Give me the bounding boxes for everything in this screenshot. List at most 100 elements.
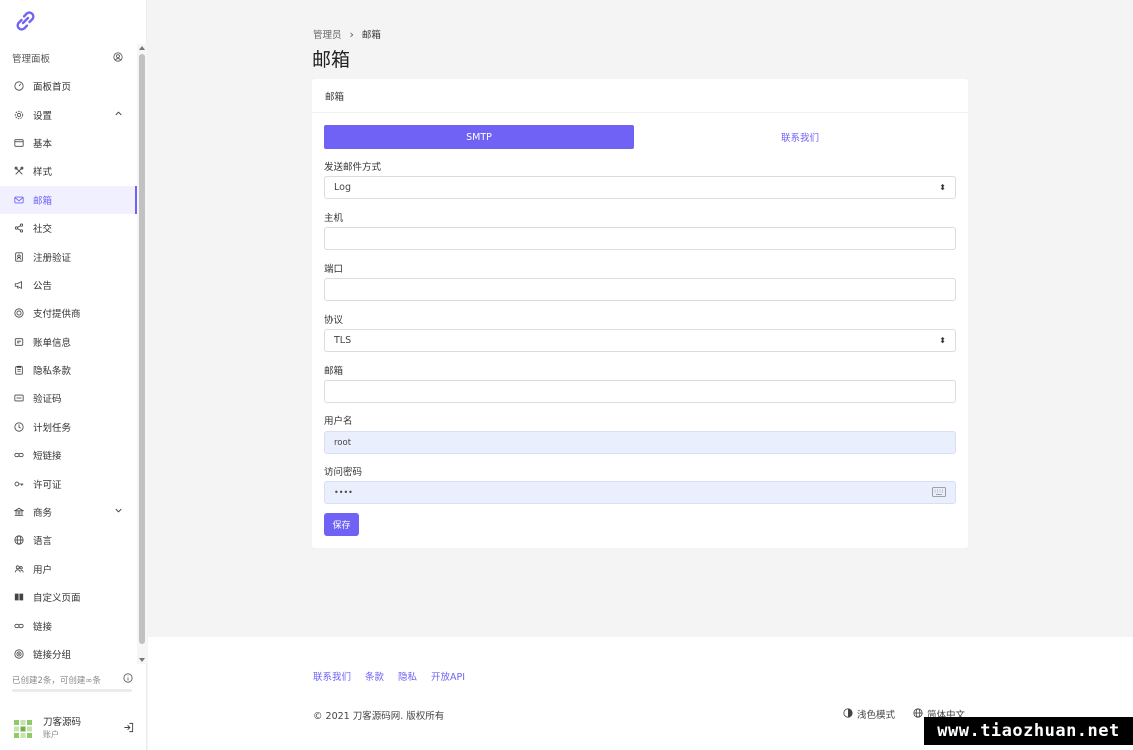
target-icon xyxy=(13,648,25,660)
username-input[interactable]: root xyxy=(324,431,956,454)
sidebar-item-privacy[interactable]: 隐私条款 xyxy=(0,356,137,384)
sidebar-item-label: 自定义页面 xyxy=(33,593,81,605)
sidebar-item-dashboard[interactable]: 面板首页 xyxy=(0,72,137,100)
sidebar-item-label: 公告 xyxy=(33,280,53,292)
port-input[interactable] xyxy=(324,278,956,301)
tools-icon xyxy=(13,165,25,177)
account-text: 刀客源码 账户 xyxy=(43,717,123,741)
sidebar: 管理面板 面板首页 设置 基本 样式 邮箱 社交 注册验证 公告 支付提供商 账… xyxy=(0,0,147,750)
sidebar-item-style[interactable]: 样式 xyxy=(0,157,137,185)
book-icon xyxy=(13,591,25,603)
sidebar-item-email[interactable]: 邮箱 xyxy=(0,185,137,215)
globe-icon xyxy=(13,534,25,546)
sidebar-scrollbar[interactable] xyxy=(137,44,147,664)
breadcrumb: 管理员 › 邮箱 xyxy=(313,27,381,42)
globe-icon xyxy=(913,707,923,721)
footer-link-terms[interactable]: 条款 xyxy=(365,669,384,683)
port-label: 端口 xyxy=(324,264,344,275)
sidebar-item-license[interactable]: 许可证 xyxy=(0,469,137,497)
sidebar-item-label: 样式 xyxy=(33,167,53,179)
sidebar-item-settings[interactable]: 设置 xyxy=(0,100,137,128)
host-input[interactable] xyxy=(324,227,956,250)
driver-select[interactable]: Log ⬍ xyxy=(324,176,956,199)
footer-link-privacy[interactable]: 隐私 xyxy=(398,669,417,683)
sidebar-item-users[interactable]: 用户 xyxy=(0,555,137,583)
sidebar-item-label: 短链接 xyxy=(33,451,62,463)
sidebar-item-label: 注册验证 xyxy=(33,252,72,264)
key-icon xyxy=(13,478,25,490)
account-name: 刀客源码 xyxy=(43,717,82,728)
coin-icon xyxy=(13,307,25,319)
watermark: www.tiaozhuan.net xyxy=(924,717,1133,745)
bank-icon xyxy=(13,506,25,518)
protocol-select[interactable]: TLS ⬍ xyxy=(324,329,956,352)
scroll-down-arrow-icon[interactable] xyxy=(139,658,145,662)
breadcrumb-parent[interactable]: 管理员 xyxy=(313,27,342,41)
footer-links: 联系我们 条款 隐私 开放API xyxy=(313,669,465,683)
scrollbar-thumb[interactable] xyxy=(139,54,145,644)
sidebar-header-label: 管理面板 xyxy=(12,54,51,65)
sidebar-item-social[interactable]: 社交 xyxy=(0,214,137,242)
link-icon xyxy=(13,620,25,632)
keyboard-icon[interactable] xyxy=(932,486,946,499)
sidebar-item-business[interactable]: 商务 xyxy=(0,498,137,526)
sidebar-nav: 管理面板 面板首页 设置 基本 样式 邮箱 社交 注册验证 公告 支付提供商 账… xyxy=(0,44,137,664)
sidebar-item-label: 隐私条款 xyxy=(33,366,72,378)
tab-smtp[interactable]: SMTP xyxy=(324,125,634,149)
copyright: © 2021 刀客源码网. 版权所有 xyxy=(313,711,445,722)
sidebar-item-language[interactable]: 语言 xyxy=(0,526,137,554)
quota-progress-bar xyxy=(12,689,132,692)
protocol-label: 协议 xyxy=(324,315,344,326)
save-button[interactable]: 保存 xyxy=(324,513,359,536)
browser-icon xyxy=(13,137,25,149)
tab-contact[interactable]: 联系我们 xyxy=(645,125,955,149)
footer-link-api[interactable]: 开放API xyxy=(431,669,465,683)
sidebar-item-label: 链接分组 xyxy=(33,650,72,661)
user-circle-icon[interactable] xyxy=(113,51,123,65)
info-icon[interactable] xyxy=(123,673,133,686)
sidebar-item-link-groups[interactable]: 链接分组 xyxy=(0,640,137,664)
password-input[interactable]: •••• xyxy=(324,481,956,504)
account-block[interactable]: 刀客源码 账户 xyxy=(12,714,134,744)
clipboard-icon xyxy=(13,364,25,376)
sidebar-item-links[interactable]: 链接 xyxy=(0,611,137,639)
select-arrows-icon: ⬍ xyxy=(939,183,946,192)
avatar[interactable] xyxy=(12,718,34,740)
gear-icon xyxy=(13,109,25,121)
sidebar-item-label: 验证码 xyxy=(33,394,62,406)
driver-label: 发送邮件方式 xyxy=(324,162,382,173)
footer-link-contact[interactable]: 联系我们 xyxy=(313,669,351,683)
sidebar-item-basic[interactable]: 基本 xyxy=(0,129,137,157)
gauge-icon xyxy=(13,80,25,92)
sidebar-item-cron[interactable]: 计划任务 xyxy=(0,413,137,441)
link-quota: 已创建2条，可创建∞条 xyxy=(12,673,133,686)
page-title: 邮箱 xyxy=(312,49,351,71)
sidebar-item-custom-pages[interactable]: 自定义页面 xyxy=(0,583,137,611)
logo-chain-icon[interactable] xyxy=(12,8,38,34)
email-input[interactable] xyxy=(324,380,956,403)
half-circle-icon xyxy=(843,707,853,721)
sidebar-item-short-links[interactable]: 短链接 xyxy=(0,441,137,469)
account-subtitle: 账户 xyxy=(43,730,59,739)
sidebar-item-label: 链接 xyxy=(33,621,53,633)
logout-icon[interactable] xyxy=(123,722,134,736)
envelope-icon xyxy=(13,194,25,206)
sidebar-item-label: 面板首页 xyxy=(33,82,72,94)
sidebar-item-announcement[interactable]: 公告 xyxy=(0,271,137,299)
email-label: 邮箱 xyxy=(324,366,344,377)
scroll-up-arrow-icon[interactable] xyxy=(139,46,145,50)
sidebar-item-captcha[interactable]: 验证码 xyxy=(0,384,137,412)
sidebar-item-registration[interactable]: 注册验证 xyxy=(0,242,137,270)
username-label: 用户名 xyxy=(324,416,353,427)
sidebar-item-label: 账单信息 xyxy=(33,337,72,349)
sidebar-item-payment[interactable]: 支付提供商 xyxy=(0,299,137,327)
chevron-up-icon[interactable] xyxy=(114,109,123,121)
link-icon xyxy=(13,449,25,461)
sidebar-item-label: 基本 xyxy=(33,138,53,150)
chevron-down-icon[interactable] xyxy=(114,506,123,518)
sidebar-item-billing[interactable]: 账单信息 xyxy=(0,328,137,356)
breadcrumb-separator-icon: › xyxy=(349,27,354,41)
quota-text: 已创建2条，可创建∞条 xyxy=(12,675,101,686)
share-icon xyxy=(13,222,25,234)
theme-toggle[interactable]: 浅色模式 xyxy=(843,707,895,721)
